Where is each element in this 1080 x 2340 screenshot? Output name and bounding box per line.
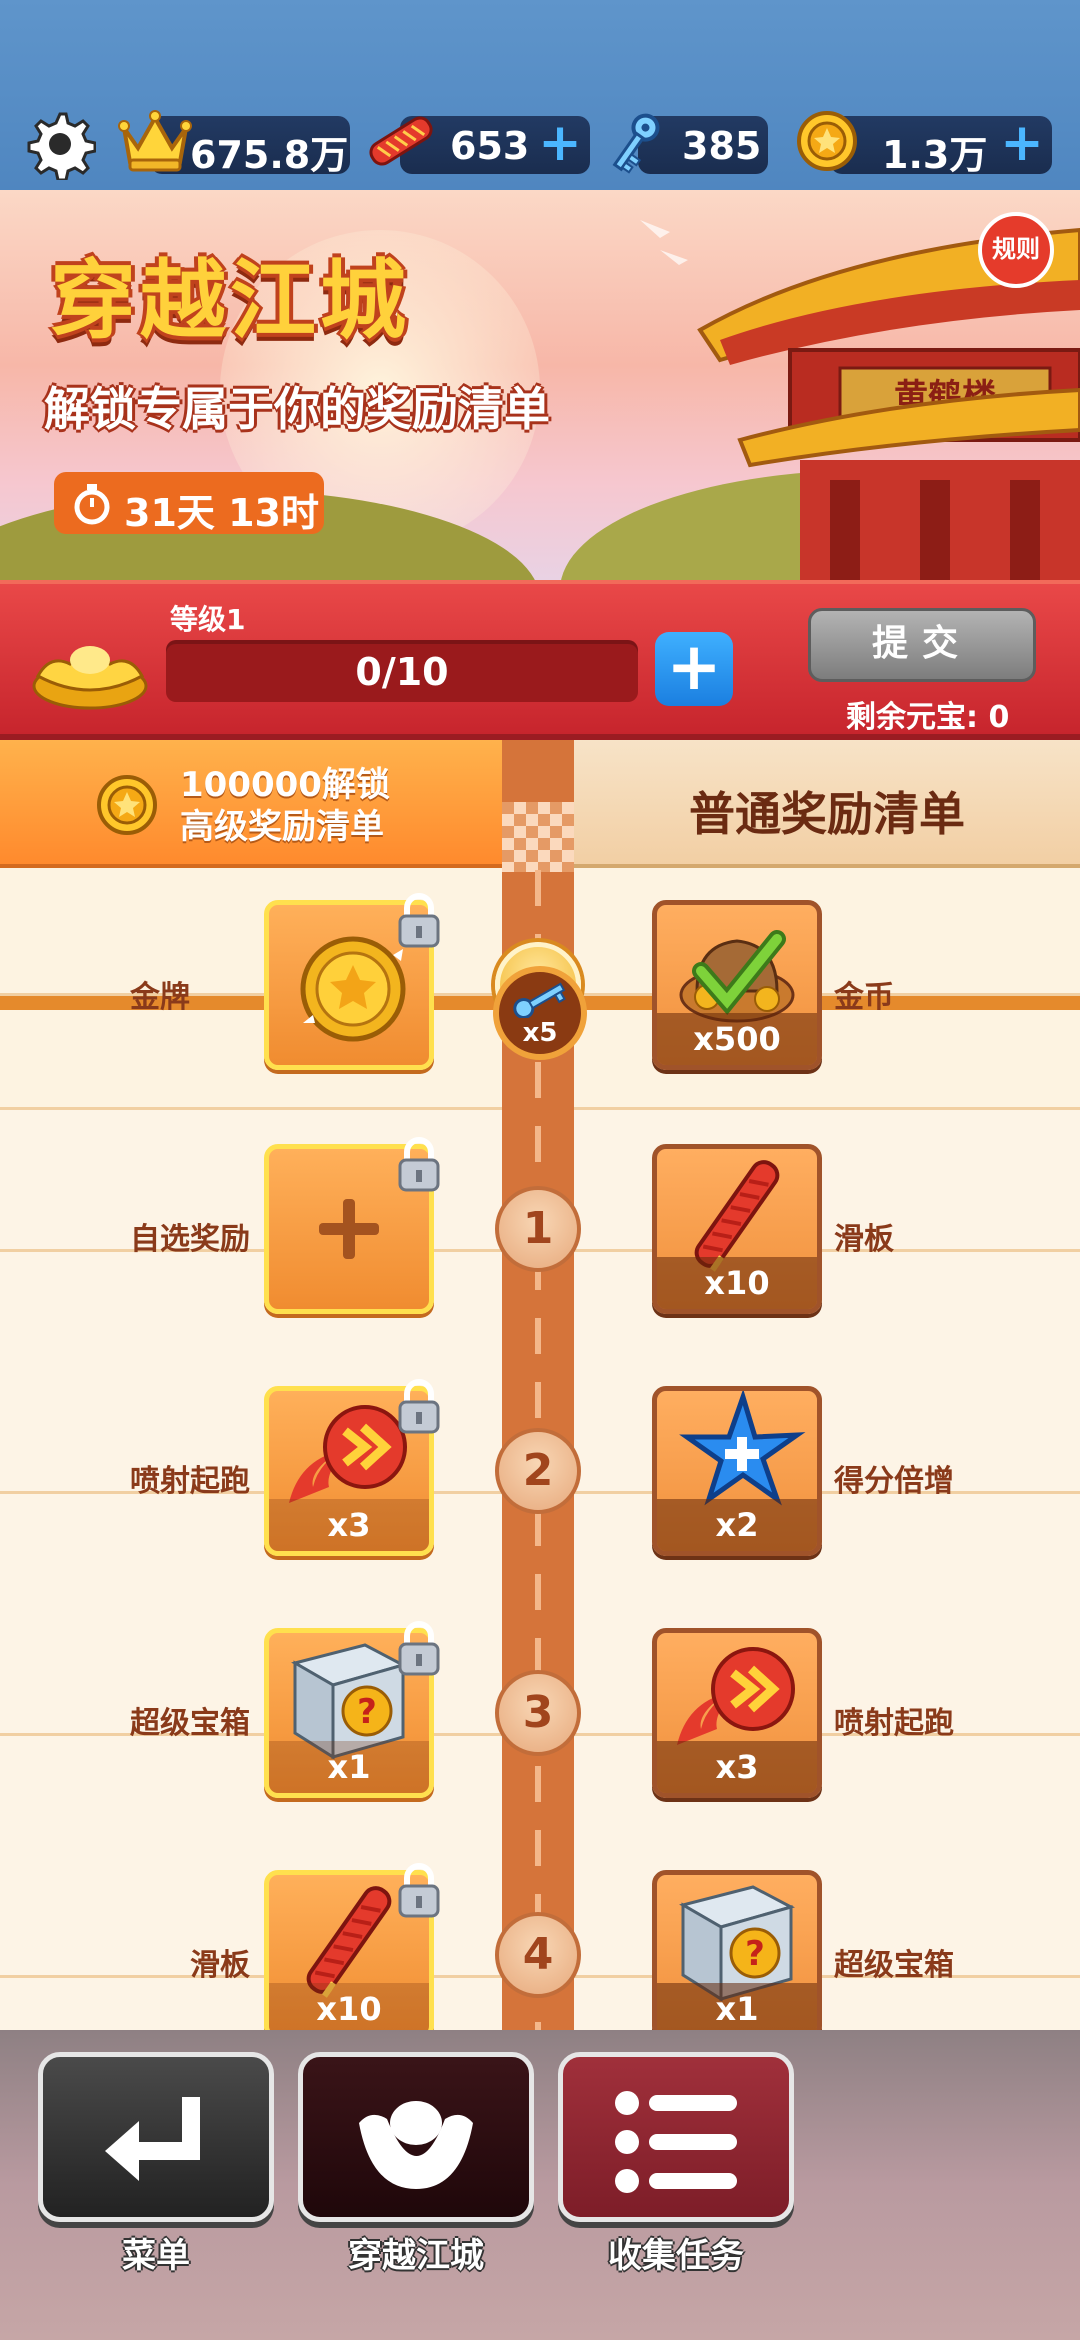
top-status-bar: 675.8万 653 + 385 1.3万 + [0, 0, 1080, 190]
premium-reward-name: 金牌 [130, 980, 190, 1015]
coins-counter: 1.3万 + [830, 116, 1052, 177]
lock-icon [398, 1379, 440, 1434]
rules-button[interactable]: 规则 [978, 212, 1054, 288]
normal-reward-name: 滑板 [834, 1222, 894, 1257]
lock-icon [398, 1863, 440, 1918]
menu-label: 菜单 [122, 2236, 190, 2276]
settings-gear-icon[interactable] [24, 108, 96, 180]
lock-icon [398, 1621, 440, 1676]
premium-reward-name: 喷射起跑 [130, 1464, 250, 1499]
reward-quantity: x2 [657, 1499, 817, 1551]
crowns-value: 675.8万 [190, 133, 349, 177]
level-node-4: 4 [495, 1912, 581, 1998]
normal-reward-name: 喷射起跑 [834, 1706, 954, 1741]
submit-button[interactable]: 提交 [808, 608, 1036, 682]
event-title: 穿越江城 [50, 251, 410, 351]
reward-quantity: x1 [657, 1983, 817, 2030]
remaining-ingots: 剩余元宝: 0 [846, 700, 1010, 735]
coins-value: 1.3万 [882, 133, 988, 177]
gold-ingot-icon [32, 646, 148, 710]
return-arrow-icon [105, 2097, 200, 2181]
normal-reward-card[interactable]: ? x1 [652, 1870, 822, 2030]
lock-icon [398, 893, 440, 948]
crown-icon [118, 110, 192, 172]
reward-quantity: x3 [269, 1499, 429, 1551]
bottom-navigation: 菜单 穿越江城 收集任务 [0, 2030, 1080, 2340]
normal-reward-card[interactable]: x10 [652, 1144, 822, 1314]
reward-quantity: x500 [657, 1013, 817, 1065]
level-label: 等级1 [170, 603, 246, 636]
normal-reward-card[interactable]: x2 [652, 1386, 822, 1556]
reward-quantity: x10 [657, 1257, 817, 1309]
reward-quantity: x10 [269, 1983, 429, 2030]
reward-list[interactable]: 100000解锁 高级奖励清单 普通奖励清单 金牌 x500 金币 x5 自选奖… [0, 740, 1080, 2030]
hoverboards-value: 653 [450, 124, 530, 168]
key-icon [612, 113, 660, 174]
event-subtitle: 解锁专属于你的奖励清单 [44, 382, 550, 436]
add-hoverboards-button[interactable]: + [538, 117, 582, 169]
normal-list-title: 普通奖励清单 [689, 787, 965, 841]
collect-tasks-button[interactable] [558, 2052, 794, 2222]
premium-reward-name: 自选奖励 [130, 1222, 250, 1257]
list-icon [615, 2091, 737, 2193]
level-progress-text: 0/10 [355, 650, 449, 694]
normal-reward-name: 得分倍增 [834, 1464, 954, 1499]
key-cost-badge: x5 [493, 966, 587, 1060]
level-progress: 0/10 [166, 640, 638, 702]
event-banner: 黄鹤楼 穿越江城 解锁专属于你的奖励清单 31天 13时 规则 [0, 190, 1080, 580]
premium-list-title: 高级奖励清单 [180, 807, 384, 847]
add-coins-button[interactable]: + [1000, 117, 1044, 169]
normal-reward-name: 超级宝箱 [834, 1948, 954, 1983]
level-node-2: 2 [495, 1428, 581, 1514]
progress-road [502, 740, 574, 2030]
keys-icon [513, 982, 566, 1018]
level-progress-bar: 等级1 0/10 + 提交 剩余元宝: 0 [0, 580, 1080, 740]
normal-reward-card[interactable]: x3 [652, 1628, 822, 1798]
countdown-text: 31天 13时 [124, 491, 319, 535]
countdown-timer: 31天 13时 [54, 472, 324, 535]
reward-quantity: x3 [657, 1741, 817, 1793]
normal-reward-name: 金币 [834, 980, 894, 1015]
menu-button[interactable] [38, 2052, 274, 2222]
normal-reward-card[interactable]: x500 [652, 900, 822, 1070]
lock-icon [398, 1137, 440, 1192]
key-cost-text: x5 [522, 1018, 558, 1048]
svg-text:?: ? [745, 1934, 765, 1974]
level-node-3: 3 [495, 1670, 581, 1756]
event-tab-label: 穿越江城 [348, 2236, 484, 2276]
coin-icon [97, 775, 157, 835]
reward-quantity: x1 [269, 1741, 429, 1793]
keys-value: 385 [682, 124, 762, 168]
stopwatch-icon [74, 484, 110, 525]
event-tab-button[interactable] [298, 2052, 534, 2222]
hoverboard-icon [369, 116, 433, 166]
road-checker [502, 802, 574, 872]
ingot-icon [359, 2101, 473, 2189]
premium-header[interactable]: 100000解锁 高级奖励清单 [0, 740, 502, 868]
premium-reward-name: 超级宝箱 [130, 1706, 250, 1741]
level-node-1: 1 [495, 1186, 581, 1272]
premium-reward-name: 滑板 [190, 1948, 250, 1983]
normal-header: 普通奖励清单 [574, 740, 1080, 868]
coin-icon [797, 111, 857, 171]
add-ingots-button[interactable]: + [655, 632, 733, 706]
premium-unlock-price: 100000解锁 [180, 765, 390, 805]
collect-tasks-label: 收集任务 [608, 2236, 744, 2276]
svg-text:?: ? [357, 1692, 377, 1732]
